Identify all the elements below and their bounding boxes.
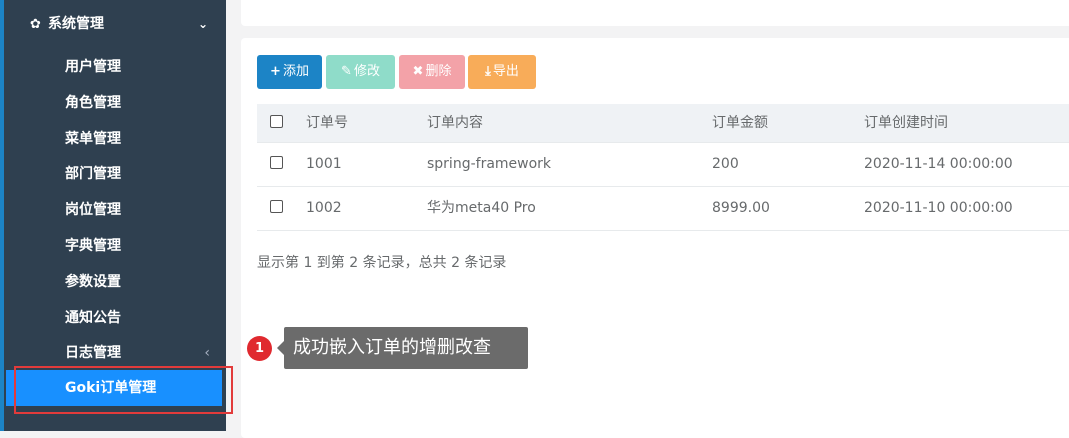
pagination-summary: 显示第 1 到第 2 条记录，总共 2 条记录 [257,255,507,271]
cell-amount: 8999.00 [712,200,770,216]
edit-button[interactable]: ✎ 修改 [326,55,395,89]
close-icon: ✖ [412,64,424,79]
callout-text: 成功嵌入订单的增删改查 [284,327,528,369]
sidebar-item-parameters[interactable]: 参数设置 [0,265,226,301]
add-button-label: 添加 [282,64,309,79]
nav-section-label: 系统管理 [48,16,104,32]
sidebar: ✿ 系统管理 ⌄ 用户管理 角色管理 菜单管理 部门管理 岗位管理 字典管理 参数… [0,0,233,431]
sidebar-item-posts[interactable]: 岗位管理 [0,193,226,229]
chevron-down-icon: ⌄ [197,17,208,31]
sidebar-item-label: 岗位管理 [65,202,121,219]
edit-icon: ✎ [341,64,352,79]
sidebar-item-dictionary[interactable]: 字典管理 [0,229,226,265]
download-icon: ⤓ [485,64,491,79]
export-button-label: 导出 [492,64,519,79]
add-button[interactable]: + 添加 [257,55,322,89]
sidebar-item-label: 参数设置 [65,273,121,290]
search-panel [241,0,1069,26]
sidebar-item-users[interactable]: 用户管理 [0,50,226,86]
sidebar-item-label: 日志管理 [65,345,121,362]
sidebar-item-label: 字典管理 [65,237,121,254]
order-list-panel: + 添加 ✎ 修改 ✖ 删除 ⤓ 导出 订单号 订单内容 订单金额 订单创建时间 100… [241,38,1069,438]
table-row[interactable]: 1002 华为meta40 Pro 8999.00 2020-11-10 00:… [257,187,1069,231]
table-row[interactable]: 1001 spring-framework 200 2020-11-14 00:… [257,143,1069,187]
column-header-content[interactable]: 订单内容 [427,104,483,142]
cell-order-no: 1002 [306,200,342,216]
cell-created: 2020-11-10 00:00:00 [864,200,1013,216]
order-table: 订单号 订单内容 订单金额 订单创建时间 1001 spring-framewo… [257,104,1069,231]
submenu: 用户管理 角色管理 菜单管理 部门管理 岗位管理 字典管理 参数设置 通知公告 … [0,50,226,372]
sidebar-item-label: 角色管理 [65,94,121,111]
sidebar-item-label: 用户管理 [65,59,121,75]
delete-button-label: 删除 [425,64,452,79]
column-header-order-no[interactable]: 订单号 [306,104,348,142]
cell-content: 华为meta40 Pro [427,200,536,216]
table-header: 订单号 订单内容 订单金额 订单创建时间 [257,104,1069,143]
sidebar-item-roles[interactable]: 角色管理 [0,86,226,122]
export-button[interactable]: ⤓ 导出 [468,55,536,89]
nav-section-system[interactable]: ✿ 系统管理 ⌄ [30,13,210,35]
plus-icon: + [270,64,281,79]
sidebar-item-menus[interactable]: 菜单管理 [0,122,226,158]
column-header-amount[interactable]: 订单金额 [712,104,768,142]
cell-order-no: 1001 [306,156,342,172]
row-checkbox[interactable] [270,143,283,186]
select-all-checkbox[interactable] [270,104,283,142]
cell-created: 2020-11-14 00:00:00 [864,156,1013,172]
edit-button-label: 修改 [353,64,380,79]
sidebar-item-label: 通知公告 [65,309,121,326]
gear-icon: ✿ [30,17,41,32]
callout-number-badge: 1 [247,336,272,361]
delete-button[interactable]: ✖ 删除 [399,55,465,89]
highlight-annotation-box [14,366,233,414]
sidebar-item-label: 部门管理 [65,166,121,183]
column-header-created[interactable]: 订单创建时间 [864,104,948,142]
cell-content: spring-framework [427,156,552,172]
sidebar-item-departments[interactable]: 部门管理 [0,157,226,193]
sidebar-item-notices[interactable]: 通知公告 [0,301,226,337]
sidebar-item-label: 菜单管理 [65,130,121,147]
cell-amount: 200 [712,156,739,172]
row-checkbox[interactable] [270,187,283,230]
